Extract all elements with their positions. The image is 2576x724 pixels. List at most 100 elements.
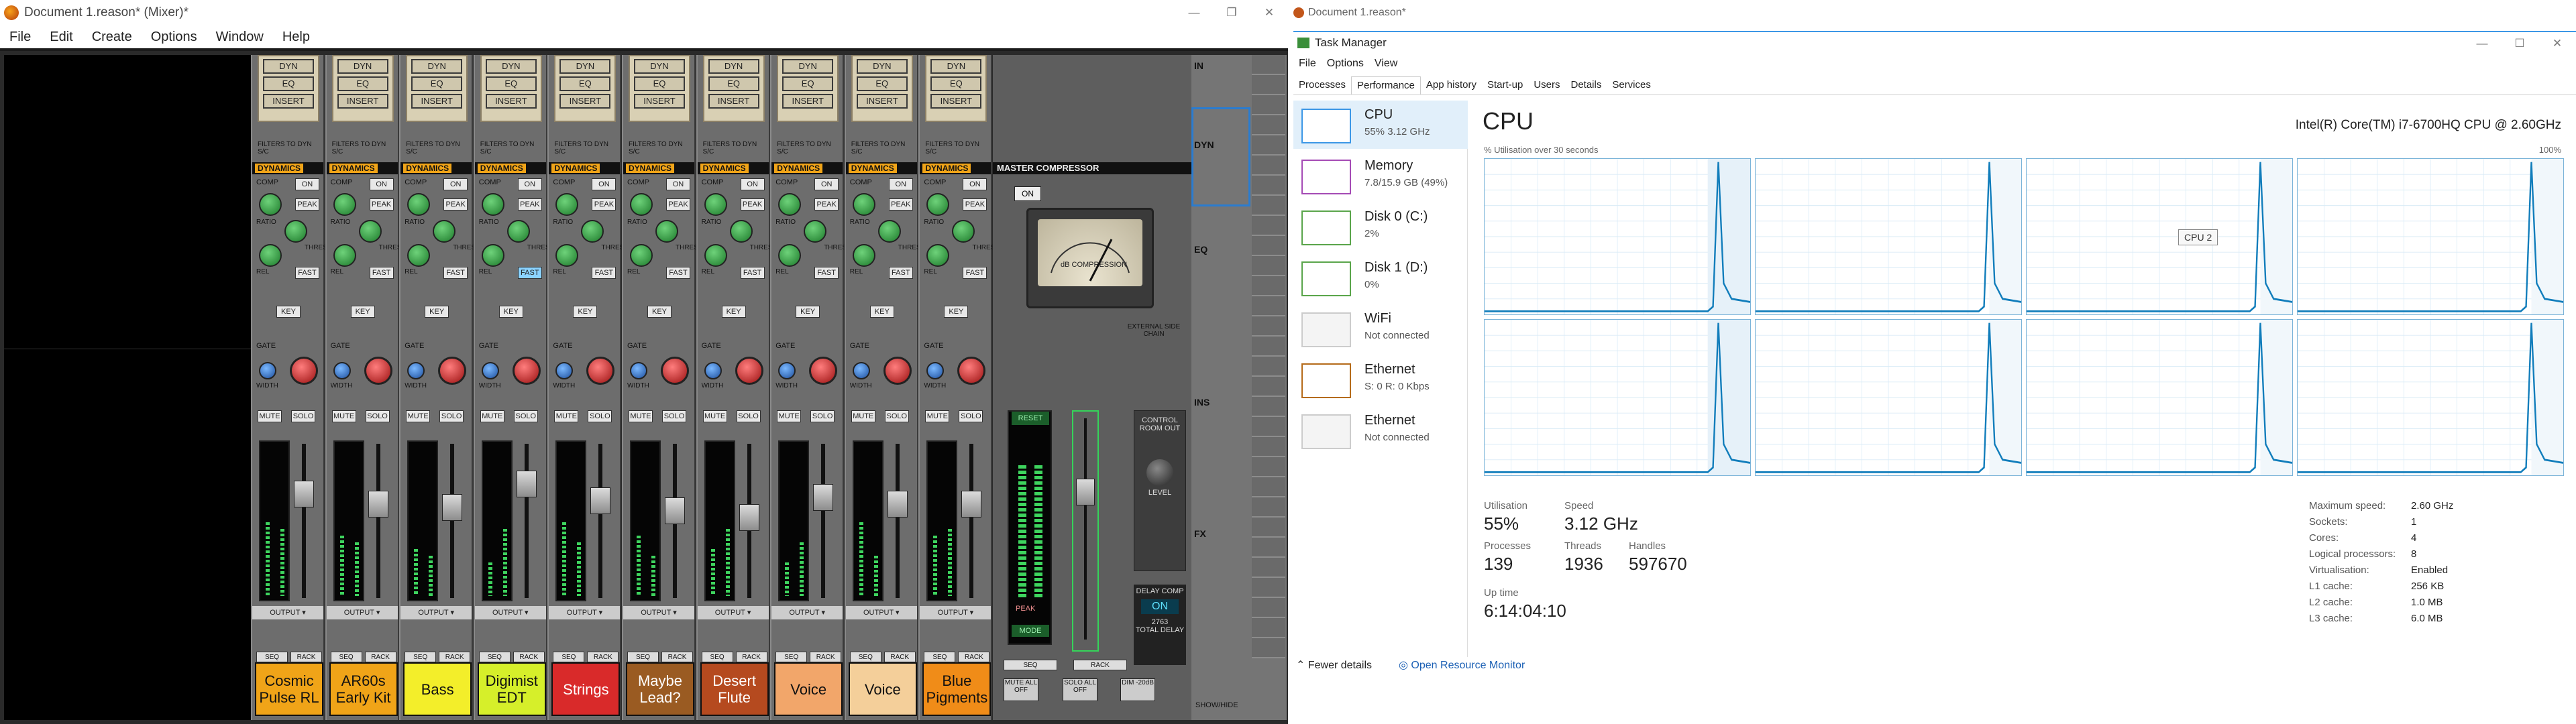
output-selector[interactable]: OUTPUT ▾ (549, 606, 621, 619)
key-button[interactable]: KEY (573, 306, 598, 318)
tm-minimize-button[interactable]: — (2463, 32, 2501, 55)
seq-button[interactable]: SEQ (924, 652, 956, 662)
fast-button[interactable]: FAST (666, 267, 690, 279)
rack-button[interactable]: RACK (958, 652, 990, 662)
key-button[interactable]: KEY (944, 306, 969, 318)
peak-button[interactable]: PEAK (814, 198, 839, 210)
dyn-insert-label[interactable]: DYN (559, 59, 611, 74)
release-knob[interactable] (259, 244, 282, 267)
close-button[interactable]: ✕ (1250, 0, 1288, 25)
release-knob[interactable] (630, 244, 653, 267)
comp-on-button[interactable]: ON (295, 178, 319, 190)
eq-insert-label[interactable]: EQ (708, 76, 759, 91)
key-button[interactable]: KEY (796, 306, 820, 318)
mute-button[interactable]: MUTE (925, 410, 950, 422)
comp-on-button[interactable]: ON (666, 178, 690, 190)
width-knob[interactable] (852, 362, 870, 379)
ratio-knob[interactable] (926, 193, 950, 216)
menu-file[interactable]: File (0, 29, 40, 45)
menu-window[interactable]: Window (207, 29, 273, 45)
output-selector[interactable]: OUTPUT ▾ (697, 606, 769, 619)
maximize-button[interactable]: ❐ (1213, 0, 1250, 25)
width-knob[interactable] (259, 362, 276, 379)
key-button[interactable]: KEY (498, 306, 523, 318)
fast-button[interactable]: FAST (443, 267, 468, 279)
master-fader[interactable] (1072, 410, 1099, 652)
comp-on-button[interactable]: ON (963, 178, 987, 190)
fast-button[interactable]: FAST (814, 267, 839, 279)
channel-fader[interactable] (516, 471, 537, 497)
width-knob[interactable] (481, 362, 499, 379)
width-knob[interactable] (630, 362, 647, 379)
seq-button[interactable]: SEQ (405, 652, 437, 662)
ratio-knob[interactable] (555, 193, 579, 216)
pan-knob[interactable] (586, 357, 615, 385)
width-knob[interactable] (333, 362, 351, 379)
insert-label[interactable]: INSERT (782, 94, 834, 109)
threshold-knob[interactable] (804, 220, 827, 243)
mode-button[interactable]: MODE (1012, 625, 1049, 637)
channel-fader[interactable] (294, 481, 314, 507)
key-button[interactable]: KEY (276, 306, 301, 318)
menu-help[interactable]: Help (273, 29, 319, 45)
mute-button[interactable]: MUTE (480, 410, 504, 422)
dyn-insert-label[interactable]: DYN (930, 59, 982, 74)
seq-button[interactable]: SEQ (701, 652, 733, 662)
solo-button[interactable]: SOLO (513, 410, 538, 422)
pan-knob[interactable] (957, 357, 986, 385)
threshold-knob[interactable] (358, 220, 382, 243)
solo-button[interactable]: SOLO (959, 410, 983, 422)
threshold-knob[interactable] (581, 220, 604, 243)
mute-button[interactable]: MUTE (258, 410, 282, 422)
ratio-knob[interactable] (630, 193, 653, 216)
insert-label[interactable]: INSERT (411, 94, 463, 109)
eq-insert-label[interactable]: EQ (559, 76, 611, 91)
peak-button[interactable]: PEAK (666, 198, 690, 210)
ratio-knob[interactable] (333, 193, 356, 216)
solo-button[interactable]: SOLO (884, 410, 909, 422)
sidebar-item-ethernet-2[interactable]: Ethernet Not connected (1293, 406, 1468, 455)
release-knob[interactable] (555, 244, 579, 267)
sidebar-item-cpu[interactable]: CPU 55% 3.12 GHz (1293, 101, 1468, 149)
fewer-details-link[interactable]: ⌃ Fewer details (1296, 658, 1372, 672)
menu-options[interactable]: Options (142, 29, 207, 45)
comp-on-button[interactable]: ON (517, 178, 542, 190)
channel-name[interactable]: Strings (551, 662, 621, 716)
pan-knob[interactable] (438, 357, 467, 385)
pan-knob[interactable] (735, 357, 763, 385)
channel-name[interactable]: Maybe Lead? (626, 662, 694, 716)
menu-edit[interactable]: Edit (40, 29, 82, 45)
eq-insert-label[interactable]: EQ (782, 76, 834, 91)
peak-button[interactable]: PEAK (740, 198, 765, 210)
reset-button[interactable]: RESET (1012, 412, 1049, 425)
master-fader-cap[interactable] (1076, 479, 1095, 505)
key-button[interactable]: KEY (869, 306, 894, 318)
width-knob[interactable] (407, 362, 425, 379)
dyn-insert-label[interactable]: DYN (634, 59, 685, 74)
threshold-knob[interactable] (284, 220, 307, 243)
solo-button[interactable]: SOLO (736, 410, 761, 422)
output-selector[interactable]: OUTPUT ▾ (845, 606, 917, 619)
channel-fader[interactable] (887, 491, 908, 518)
peak-button[interactable]: PEAK (443, 198, 468, 210)
eq-insert-label[interactable]: EQ (263, 76, 314, 91)
rack-button[interactable]: RACK (513, 652, 545, 662)
fast-button[interactable]: FAST (888, 267, 913, 279)
channel-name[interactable]: Blue Pigments (922, 662, 991, 716)
width-knob[interactable] (926, 362, 945, 379)
delay-comp-on-button[interactable]: ON (1141, 599, 1179, 614)
mute-button[interactable]: MUTE (629, 410, 653, 422)
master-seq-button[interactable]: SEQ (1004, 660, 1057, 670)
sidebar-item-memory[interactable]: Memory 7.8/15.9 GB (49%) (1293, 152, 1468, 200)
output-selector[interactable]: OUTPUT ▾ (623, 606, 694, 619)
release-knob[interactable] (778, 244, 802, 267)
width-knob[interactable] (704, 362, 722, 379)
channel-name[interactable]: AR60s Early Kit (329, 662, 398, 716)
seq-button[interactable]: SEQ (627, 652, 659, 662)
dyn-insert-label[interactable]: DYN (485, 59, 537, 74)
insert-label[interactable]: INSERT (263, 94, 314, 109)
output-selector[interactable]: OUTPUT ▾ (252, 606, 323, 619)
output-selector[interactable]: OUTPUT ▾ (771, 606, 843, 619)
fast-button[interactable]: FAST (517, 267, 542, 279)
sidebar-item-disk1[interactable]: Disk 1 (D:) 0% (1293, 253, 1468, 302)
